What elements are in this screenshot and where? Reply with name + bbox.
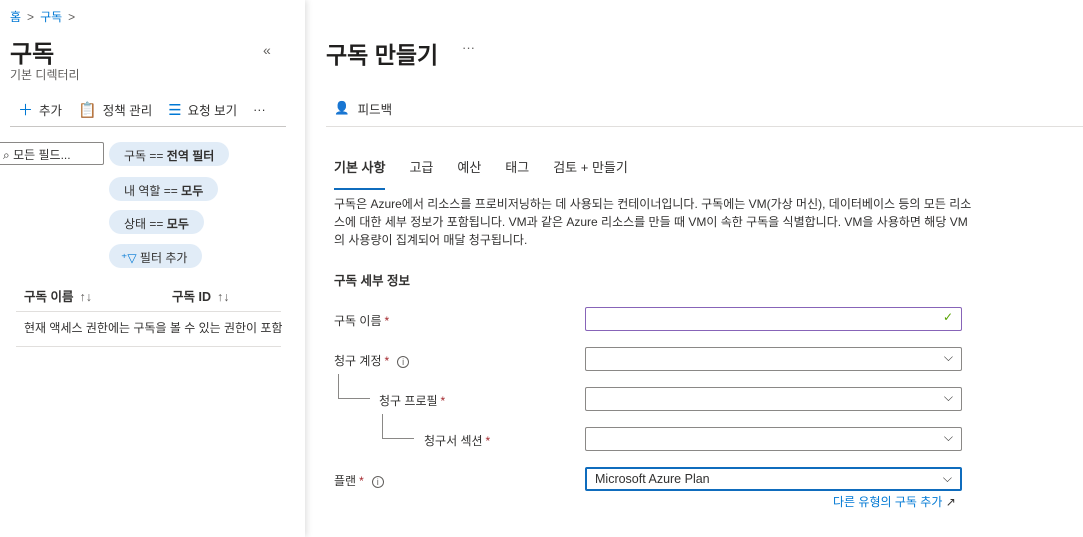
tab-advanced[interactable]: 고급 — [409, 157, 433, 190]
chevron-down-icon: ⌵ — [943, 390, 953, 404]
chevron-down-icon: ⌵ — [943, 350, 953, 364]
tab-basics[interactable]: 기본 사항 — [334, 157, 386, 190]
more-button[interactable]: ··· — [462, 40, 475, 55]
column-header-name[interactable]: 구독 이름 ↑↓ — [24, 286, 92, 305]
invoice-section-dropdown[interactable]: ⌵ — [585, 427, 962, 451]
chevron-down-icon: ⌵ — [943, 430, 953, 444]
tree-line — [338, 374, 339, 398]
billing-profile-dropdown[interactable]: ⌵ — [585, 387, 962, 411]
subscriptions-blade: 홈 > 구독 > 구독 기본 디렉터리 « ＋ 추가 📋 정책 관리 ☰ 요청 보기 ···… — [0, 0, 305, 537]
filter-value: 모두 — [181, 184, 204, 198]
sort-icon: ↑↓ — [79, 290, 92, 304]
tab-tags[interactable]: 태그 — [505, 157, 529, 190]
subscription-name-input[interactable]: ✓ — [585, 307, 962, 331]
breadcrumb-subscriptions[interactable]: 구독 — [40, 10, 62, 24]
page-title: 구독 — [10, 41, 55, 68]
required-mark: * — [384, 354, 390, 368]
tab-review-create[interactable]: 검토 + 만들기 — [553, 157, 628, 190]
add-filter-button[interactable]: ⁺▽ 필터 추가 — [109, 244, 203, 268]
feedback-icon: 👤 — [334, 101, 350, 115]
filter-value: 모두 — [166, 217, 189, 231]
collapse-icon[interactable]: « — [263, 42, 271, 58]
add-button[interactable]: ＋ 추가 — [18, 99, 62, 120]
clipboard-icon: 📋 — [78, 101, 97, 119]
empty-message: 현재 액세스 권한에는 구독을 볼 수 있는 권한이 포함되어 있지 않습니다. — [24, 321, 282, 335]
filter-value: 전역 필터 — [166, 149, 215, 163]
required-mark: * — [440, 394, 446, 408]
name-label: 구독 이름 * — [334, 312, 389, 329]
label-text: 청구서 섹션 — [424, 434, 483, 448]
plus-icon: ＋ — [18, 102, 34, 119]
policy-label: 정책 관리 — [102, 104, 153, 118]
add-other-subscription-link[interactable]: 다른 유형의 구독 추가 ↗ — [833, 493, 956, 510]
divider — [10, 126, 286, 127]
breadcrumb: 홈 > 구독 > — [10, 10, 76, 24]
column-label: 구독 ID — [172, 290, 211, 304]
plan-dropdown[interactable]: Microsoft Azure Plan ⌵ — [585, 467, 962, 491]
search-placeholder: 모든 필드... — [13, 148, 71, 162]
view-requests-button[interactable]: ☰ 요청 보기 — [168, 100, 237, 119]
filter-status[interactable]: 상태 == 모두 — [109, 210, 204, 234]
label-text: 청구 계정 — [334, 354, 382, 368]
filter-key: 내 역할 == — [124, 184, 178, 198]
info-icon[interactable]: i — [371, 475, 384, 488]
tree-line — [338, 398, 370, 399]
filter-key: 상태 == — [124, 217, 164, 231]
tabs: 기본 사항 고급 예산 태그 검토 + 만들기 — [334, 157, 628, 190]
dropdown-value: Microsoft Azure Plan — [595, 472, 710, 486]
manage-policy-button[interactable]: 📋 정책 관리 — [78, 100, 152, 119]
label-text: 청구 프로필 — [379, 394, 438, 408]
tab-budget[interactable]: 예산 — [457, 157, 481, 190]
feedback-button[interactable]: 👤 피드백 — [334, 99, 392, 118]
add-label: 추가 — [39, 104, 63, 118]
filter-key: 구독 == — [124, 149, 164, 163]
more-button[interactable]: ··· — [253, 103, 266, 117]
page-title: 구독 만들기 — [326, 42, 439, 68]
tree-line — [382, 438, 414, 439]
directory-name: 기본 디렉터리 — [10, 68, 80, 82]
requests-label: 요청 보기 — [187, 104, 238, 118]
description: 구독은 Azure에서 리소스를 프로비저닝하는 데 사용되는 컨테이너입니다.… — [334, 197, 972, 247]
billing-account-dropdown[interactable]: ⌵ — [585, 347, 962, 371]
tree-line — [382, 414, 383, 438]
divider — [16, 346, 281, 347]
label-text: 구독 이름 — [334, 314, 382, 328]
external-link-icon: ↗ — [945, 495, 956, 509]
feedback-label: 피드백 — [357, 103, 393, 117]
chevron-down-icon: ⌵ — [942, 471, 952, 485]
filter-role[interactable]: 내 역할 == 모두 — [109, 177, 219, 201]
column-header-id[interactable]: 구독 ID ↑↓ — [172, 286, 229, 305]
required-mark: * — [384, 314, 390, 328]
filter-add-icon: ⁺▽ — [121, 251, 137, 265]
filter-subscription[interactable]: 구독 == 전역 필터 — [109, 142, 230, 166]
plan-label: 플랜 * i — [334, 472, 384, 489]
list-icon: ☰ — [168, 101, 182, 119]
invoice-section-label: 청구서 섹션 * — [424, 432, 490, 449]
breadcrumb-home[interactable]: 홈 — [10, 10, 21, 24]
billing-account-label: 청구 계정 * i — [334, 352, 410, 369]
required-mark: * — [359, 474, 364, 488]
toolbar: ＋ 추가 📋 정책 관리 ☰ 요청 보기 ··· — [18, 99, 266, 120]
required-mark: * — [485, 434, 491, 448]
section-heading: 구독 세부 정보 — [334, 274, 410, 288]
column-label: 구독 이름 — [24, 290, 74, 304]
info-icon[interactable]: i — [397, 355, 410, 368]
divider — [16, 311, 281, 312]
sort-icon: ↑↓ — [216, 290, 230, 304]
check-icon: ✓ — [942, 310, 953, 324]
billing-profile-label: 청구 프로필 * — [379, 392, 445, 409]
label-text: 플랜 — [334, 474, 357, 488]
search-icon: ⌕ — [3, 148, 10, 162]
divider — [326, 126, 1083, 127]
search-input[interactable]: ⌕ 모든 필드... — [0, 142, 104, 165]
add-filter-label: 필터 추가 — [139, 251, 188, 265]
link-text: 다른 유형의 구독 추가 — [833, 495, 943, 509]
